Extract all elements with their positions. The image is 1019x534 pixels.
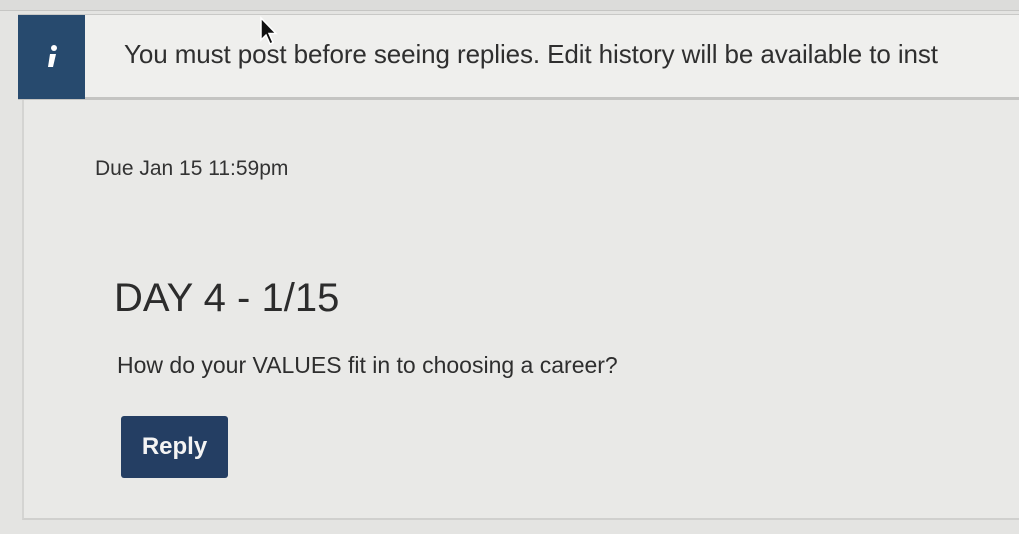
mouse-cursor-icon <box>258 16 280 51</box>
notice-text: You must post before seeing replies. Edi… <box>124 39 938 69</box>
reply-button[interactable]: Reply <box>121 416 228 478</box>
post-required-notice: You must post before seeing replies. Edi… <box>18 14 1019 100</box>
info-icon <box>37 42 67 72</box>
topic-question: How do your VALUES fit in to choosing a … <box>117 352 618 378</box>
notice-icon-box <box>18 15 85 99</box>
due-date: Due Jan 15 11:59pm <box>95 157 289 180</box>
topic-title: DAY 4 - 1/15 <box>114 276 340 320</box>
top-divider <box>0 0 1019 11</box>
